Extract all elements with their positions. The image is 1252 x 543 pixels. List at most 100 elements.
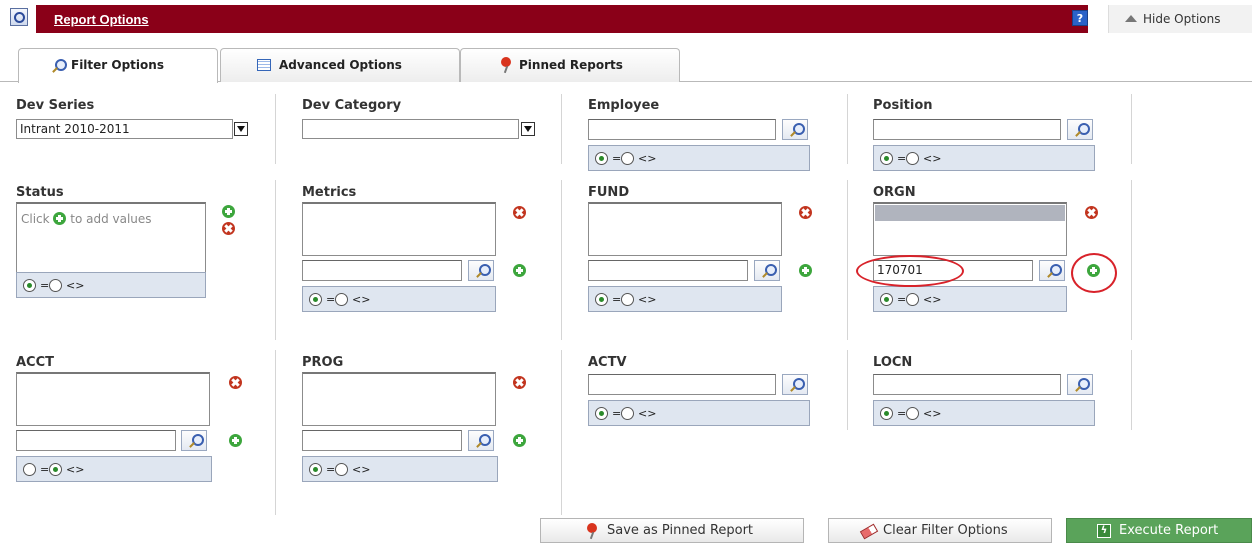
clear-filter-options-button[interactable]: Clear Filter Options <box>828 518 1052 543</box>
equals-radio[interactable] <box>309 293 322 306</box>
report-icon <box>10 8 28 26</box>
metrics-input[interactable] <box>302 260 462 281</box>
tab-pinned-reports[interactable]: Pinned Reports <box>460 48 680 82</box>
not-equals-radio[interactable] <box>621 293 634 306</box>
equals-radio[interactable] <box>595 152 608 165</box>
not-equals-radio[interactable] <box>621 407 634 420</box>
help-icon[interactable]: ? <box>1072 10 1088 26</box>
metrics-lookup-button[interactable] <box>468 260 494 281</box>
save-pinned-report-button[interactable]: Save as Pinned Report <box>540 518 804 543</box>
position-input[interactable] <box>873 119 1061 140</box>
status-remove-icon[interactable] <box>222 222 235 235</box>
locn-lookup-button[interactable] <box>1067 374 1093 395</box>
not-equals-radio[interactable] <box>335 293 348 306</box>
metrics-remove-icon[interactable] <box>513 206 526 219</box>
fund-lookup-button[interactable] <box>754 260 780 281</box>
equals-radio[interactable] <box>309 463 322 476</box>
triangle-up-icon <box>1125 15 1137 22</box>
tab-advanced-options[interactable]: Advanced Options <box>220 48 460 82</box>
not-equals-radio[interactable] <box>49 463 62 476</box>
column-divider <box>847 180 848 340</box>
not-equals-label: <> <box>923 152 942 165</box>
not-equals-radio[interactable] <box>906 293 919 306</box>
acct-remove-icon[interactable] <box>229 376 242 389</box>
not-equals-label: <> <box>923 293 942 306</box>
fund-remove-icon[interactable] <box>799 206 812 219</box>
hide-options-label: Hide Options <box>1143 12 1221 26</box>
acct-operator: = <> <box>16 456 212 482</box>
dev-category-dropdown-icon[interactable] <box>521 122 535 136</box>
equals-radio[interactable] <box>595 293 608 306</box>
locn-input[interactable] <box>873 374 1061 395</box>
employee-label: Employee <box>588 98 660 113</box>
tab-pinned-reports-label: Pinned Reports <box>519 58 623 72</box>
orgn-lookup-button[interactable] <box>1039 260 1065 281</box>
acct-lookup-button[interactable] <box>181 430 207 451</box>
metrics-label: Metrics <box>302 185 357 200</box>
prog-lookup-button[interactable] <box>468 430 494 451</box>
not-equals-radio[interactable] <box>621 152 634 165</box>
prog-remove-icon[interactable] <box>513 376 526 389</box>
equals-radio[interactable] <box>880 152 893 165</box>
position-lookup-button[interactable] <box>1067 119 1093 140</box>
not-equals-radio[interactable] <box>49 279 62 292</box>
plus-icon <box>53 212 67 225</box>
orgn-listbox[interactable] <box>873 202 1067 256</box>
acct-listbox[interactable] <box>16 372 210 426</box>
not-equals-radio[interactable] <box>906 407 919 420</box>
magnifier-icon <box>475 264 491 278</box>
prog-input[interactable] <box>302 430 462 451</box>
dev-category-label: Dev Category <box>302 98 402 113</box>
not-equals-radio[interactable] <box>335 463 348 476</box>
fund-operator: = <> <box>588 286 782 312</box>
employee-input[interactable] <box>588 119 776 140</box>
equals-label: = <box>897 407 907 420</box>
column-divider <box>1131 350 1132 430</box>
status-add-icon[interactable] <box>222 205 235 218</box>
report-options-title[interactable]: Report Options <box>54 12 149 27</box>
employee-lookup-button[interactable] <box>782 119 808 140</box>
magnifier-icon <box>51 59 67 73</box>
equals-label: = <box>897 152 907 165</box>
report-options-header: Report Options ? Hide Options <box>0 0 1252 34</box>
orgn-operator: = <> <box>873 286 1067 312</box>
magnifier-icon <box>789 378 805 392</box>
actv-input[interactable] <box>588 374 776 395</box>
equals-radio[interactable] <box>595 407 608 420</box>
prog-listbox[interactable] <box>302 372 496 426</box>
fund-add-icon[interactable] <box>799 264 812 277</box>
not-equals-label: <> <box>638 407 657 420</box>
equals-radio[interactable] <box>23 279 36 292</box>
fund-listbox[interactable] <box>588 202 782 256</box>
acct-add-icon[interactable] <box>229 434 242 447</box>
metrics-listbox[interactable] <box>302 202 496 256</box>
execute-report-button[interactable]: ϟ Execute Report <box>1066 518 1252 543</box>
prog-add-icon[interactable] <box>513 434 526 447</box>
not-equals-label: <> <box>352 463 371 476</box>
tab-filter-options[interactable]: Filter Options <box>18 48 218 83</box>
tab-advanced-options-label: Advanced Options <box>279 58 402 72</box>
eraser-icon <box>859 523 879 540</box>
fund-input[interactable] <box>588 260 748 281</box>
dev-series-dropdown-icon[interactable] <box>234 122 248 136</box>
save-pinned-report-label: Save as Pinned Report <box>607 523 754 538</box>
equals-radio[interactable] <box>880 407 893 420</box>
column-divider <box>561 180 562 340</box>
column-divider <box>275 180 276 340</box>
pin-icon <box>585 523 599 539</box>
acct-input[interactable] <box>16 430 176 451</box>
status-listbox[interactable]: Click to add values <box>16 202 206 274</box>
orgn-selected-row[interactable] <box>875 205 1065 221</box>
column-divider <box>561 350 562 515</box>
prog-operator: = <> <box>302 456 498 482</box>
equals-radio[interactable] <box>880 293 893 306</box>
hide-options-button[interactable]: Hide Options <box>1108 5 1252 33</box>
orgn-remove-icon[interactable] <box>1085 206 1098 219</box>
equals-radio[interactable] <box>23 463 36 476</box>
magnifier-icon <box>1046 264 1062 278</box>
dev-series-select[interactable]: Intrant 2010-2011 <box>16 119 233 139</box>
actv-lookup-button[interactable] <box>782 374 808 395</box>
not-equals-radio[interactable] <box>906 152 919 165</box>
dev-category-select[interactable] <box>302 119 519 139</box>
metrics-add-icon[interactable] <box>513 264 526 277</box>
